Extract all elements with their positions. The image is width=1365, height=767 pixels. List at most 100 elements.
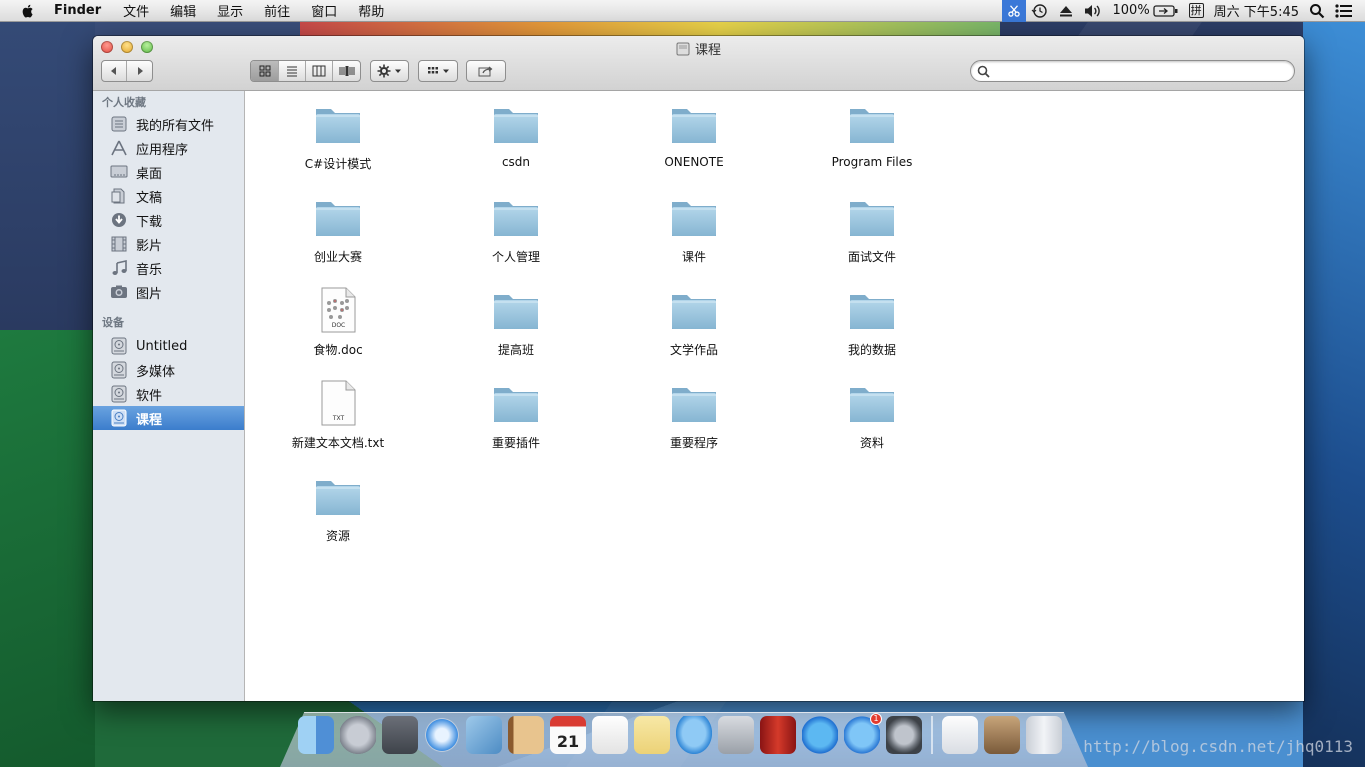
contacts-icon[interactable] bbox=[508, 716, 544, 754]
calendar-icon[interactable]: 21 bbox=[550, 716, 586, 754]
photo-stack-icon[interactable] bbox=[984, 716, 1020, 754]
folder-item[interactable]: ONENOTE bbox=[619, 101, 769, 169]
battery-percent: 100% bbox=[1112, 3, 1150, 18]
search-field[interactable] bbox=[970, 60, 1295, 82]
calendar-day: 21 bbox=[556, 732, 580, 751]
file-name-label: 文学作品 bbox=[669, 343, 718, 357]
input-method-icon[interactable]: 拼 bbox=[1184, 0, 1209, 22]
folder-item[interactable]: 面试文件 bbox=[797, 194, 947, 265]
menu-help[interactable]: 帮助 bbox=[358, 1, 384, 20]
clock[interactable]: 周六 下午5:45 bbox=[1209, 0, 1304, 22]
trash-icon[interactable] bbox=[1026, 716, 1062, 754]
file-item[interactable]: DOC 食物.doc bbox=[263, 287, 413, 358]
menu-view[interactable]: 显示 bbox=[217, 1, 243, 20]
back-button[interactable] bbox=[102, 61, 127, 81]
sidebar-item-favorite-0[interactable]: 我的所有文件 bbox=[93, 112, 244, 136]
finder-icon[interactable] bbox=[298, 716, 334, 754]
sidebar-item-label: 课程 bbox=[136, 412, 163, 428]
folder-item[interactable]: 我的数据 bbox=[797, 287, 947, 358]
sidebar-item-device-2[interactable]: 软件 bbox=[93, 382, 244, 406]
safari-icon[interactable] bbox=[424, 716, 460, 754]
menu-window[interactable]: 窗口 bbox=[311, 1, 337, 20]
folder-icon bbox=[669, 194, 719, 240]
scissors-status-icon[interactable] bbox=[1001, 0, 1026, 22]
folder-item[interactable]: 课件 bbox=[619, 194, 769, 265]
spotlight-icon[interactable] bbox=[1304, 0, 1330, 22]
file-name-label: 个人管理 bbox=[491, 250, 540, 264]
title-bar[interactable]: 课程 bbox=[93, 36, 1304, 91]
menu-go[interactable]: 前往 bbox=[264, 1, 290, 20]
folder-item[interactable]: 资料 bbox=[797, 380, 947, 451]
folder-item[interactable]: 重要程序 bbox=[619, 380, 769, 451]
column-view-button[interactable] bbox=[306, 61, 333, 81]
folder-item[interactable]: Program Files bbox=[797, 101, 947, 169]
sidebar-item-device-1[interactable]: 多媒体 bbox=[93, 358, 244, 382]
list-view-button[interactable] bbox=[279, 61, 306, 81]
menu-file[interactable]: 文件 bbox=[123, 1, 149, 20]
file-name-label: Program Files bbox=[831, 155, 913, 169]
sidebar-header-devices: 设备 bbox=[102, 316, 124, 329]
action-button[interactable] bbox=[371, 61, 408, 81]
folder-item[interactable]: 文学作品 bbox=[619, 287, 769, 358]
messages-icon[interactable] bbox=[676, 716, 712, 754]
eject-icon[interactable] bbox=[1054, 0, 1078, 22]
folder-item[interactable]: 重要插件 bbox=[441, 380, 591, 451]
file-item[interactable]: TXT 新建文本文档.txt bbox=[263, 380, 413, 451]
folder-item[interactable]: C#设计模式 bbox=[263, 101, 413, 172]
app-name-menu[interactable]: Finder bbox=[54, 3, 101, 18]
dock-icons: 21 1 bbox=[298, 713, 1062, 754]
time-machine-icon[interactable] bbox=[1026, 0, 1054, 22]
apple-icon[interactable] bbox=[20, 3, 36, 19]
arrange-button[interactable] bbox=[419, 61, 457, 81]
file-icon-grid[interactable]: C#设计模式 csdn ONENOTE Program Files 创业大赛 个人管理 课件… bbox=[246, 91, 1304, 701]
folder-icon bbox=[313, 194, 363, 240]
file-name-label: 新建文本文档.txt bbox=[291, 436, 385, 450]
sidebar-item-favorite-5[interactable]: 影片 bbox=[93, 232, 244, 256]
app-store-icon[interactable]: 1 bbox=[844, 713, 882, 754]
folder-item[interactable]: 创业大赛 bbox=[263, 194, 413, 265]
folder-icon bbox=[491, 194, 541, 240]
folder-icon bbox=[313, 101, 363, 147]
mission-control-icon[interactable] bbox=[382, 716, 418, 754]
menu-edit[interactable]: 编辑 bbox=[170, 1, 196, 20]
arrange-icon bbox=[427, 67, 438, 74]
file-name-label: 食物.doc bbox=[313, 343, 363, 357]
photo-booth-icon[interactable] bbox=[760, 716, 796, 754]
folder-icon bbox=[313, 473, 363, 519]
sidebar-item-favorite-7[interactable]: 图片 bbox=[93, 280, 244, 304]
folder-item[interactable]: csdn bbox=[441, 101, 591, 169]
notes-icon[interactable] bbox=[634, 716, 670, 754]
cover-flow-button[interactable] bbox=[333, 61, 360, 81]
folder-item[interactable]: 资源 bbox=[263, 473, 413, 544]
nav-buttons bbox=[101, 60, 153, 82]
folder-item[interactable]: 提高班 bbox=[441, 287, 591, 358]
sidebar-item-device-0[interactable]: Untitled bbox=[93, 334, 244, 358]
share-button[interactable] bbox=[467, 61, 505, 81]
mail-icon[interactable] bbox=[466, 716, 502, 754]
search-icon bbox=[977, 65, 990, 78]
launchpad-icon[interactable] bbox=[340, 716, 376, 754]
folder-icon bbox=[491, 287, 541, 333]
file-name-label: csdn bbox=[501, 155, 531, 169]
sidebar-item-favorite-6[interactable]: 音乐 bbox=[93, 256, 244, 280]
forward-button[interactable] bbox=[127, 61, 152, 81]
sidebar-item-favorite-1[interactable]: 应用程序 bbox=[93, 136, 244, 160]
file-name-label: 创业大赛 bbox=[313, 250, 362, 264]
reminders-icon[interactable] bbox=[592, 716, 628, 754]
sidebar-item-favorite-4[interactable]: 下载 bbox=[93, 208, 244, 232]
sidebar-item-label: 桌面 bbox=[136, 166, 163, 182]
folder-item[interactable]: 个人管理 bbox=[441, 194, 591, 265]
sidebar-item-favorite-2[interactable]: 桌面 bbox=[93, 160, 244, 184]
sidebar-item-device-3[interactable]: 课程 bbox=[93, 406, 244, 430]
sidebar-item-favorite-3[interactable]: 文稿 bbox=[93, 184, 244, 208]
file-name-label: ONENOTE bbox=[664, 155, 724, 169]
volume-icon[interactable] bbox=[1078, 0, 1108, 22]
battery-status[interactable]: 100% bbox=[1108, 0, 1184, 22]
notification-center-icon[interactable] bbox=[1330, 0, 1365, 22]
documents-stack-icon[interactable] bbox=[942, 716, 978, 754]
icon-view-button[interactable] bbox=[251, 61, 279, 81]
facetime-icon[interactable] bbox=[718, 716, 754, 754]
itunes-icon[interactable] bbox=[802, 716, 838, 754]
system-preferences-icon[interactable] bbox=[886, 716, 922, 754]
search-input[interactable] bbox=[995, 62, 1285, 82]
